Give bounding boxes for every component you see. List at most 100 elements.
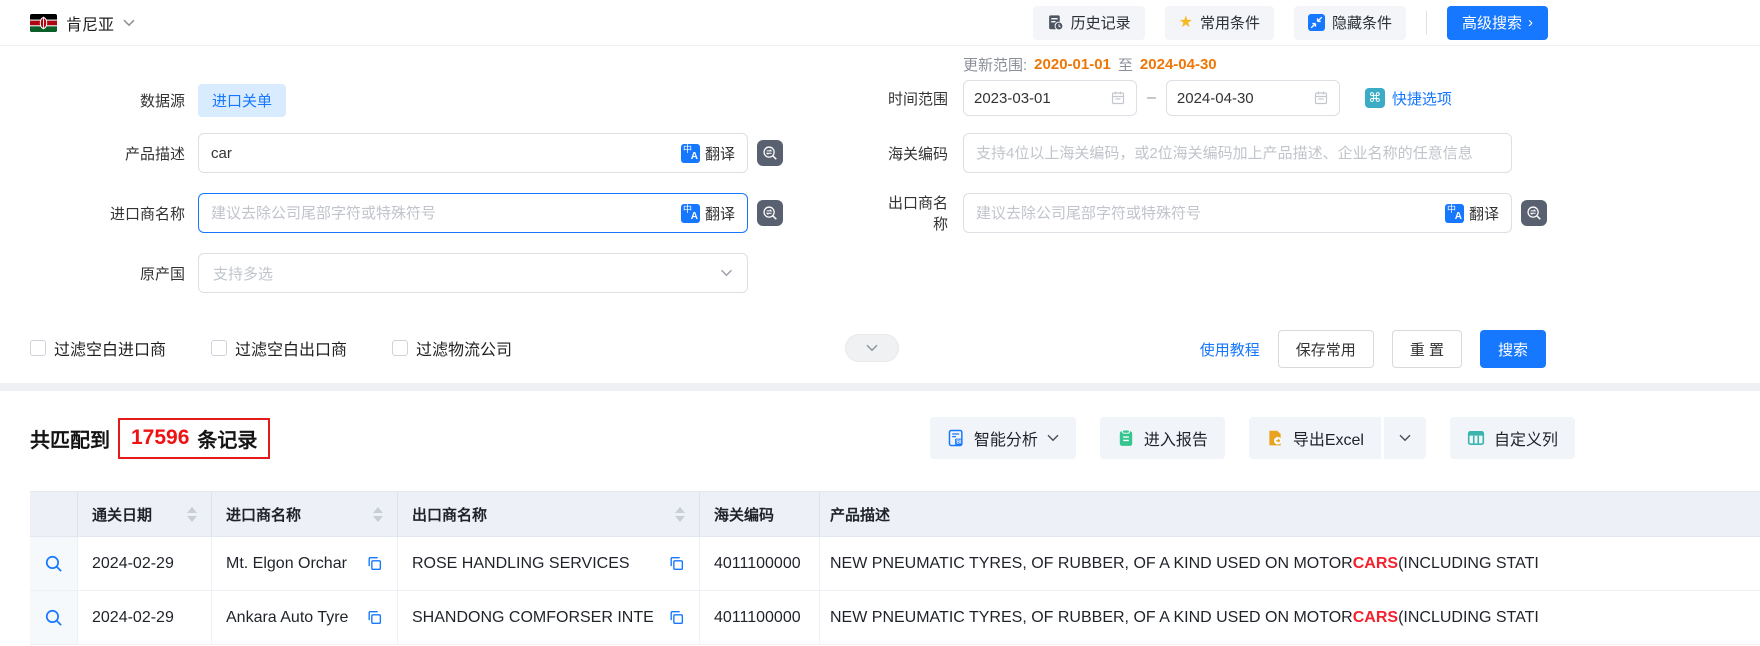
export-excel-split-button: 导出Excel bbox=[1249, 417, 1426, 459]
cell-hs-code: 4011100000 bbox=[700, 591, 820, 645]
origin-country-select[interactable]: 支持多选 bbox=[198, 253, 748, 293]
results-table: 通关日期 进口商名称 出口商名称 海关编码 产品描述 bbox=[30, 491, 1760, 645]
match-count-annotation-box: 17596 条记录 bbox=[118, 418, 270, 459]
cell-importer: Ankara Auto Tyre bbox=[212, 591, 398, 645]
filter-logistics-checkbox[interactable]: 过滤物流公司 bbox=[392, 336, 512, 360]
hs-code-input[interactable] bbox=[976, 145, 1499, 162]
exporter-inputbox: 中A 翻译 bbox=[963, 193, 1512, 233]
header-exporter-name[interactable]: 出口商名称 bbox=[398, 492, 700, 537]
translate-button[interactable]: 中A 翻译 bbox=[681, 143, 735, 164]
copy-button[interactable] bbox=[668, 555, 685, 572]
product-desc-label: 产品描述 bbox=[30, 143, 185, 164]
translate-label: 翻译 bbox=[705, 203, 735, 224]
svg-text:BI: BI bbox=[956, 440, 962, 446]
filter-blank-exporter-checkbox[interactable]: 过滤空白出口商 bbox=[211, 336, 347, 360]
advanced-search-button[interactable]: 高级搜索 › bbox=[1447, 6, 1548, 40]
match-unit: 条记录 bbox=[197, 424, 257, 453]
copy-button[interactable] bbox=[668, 609, 685, 626]
history-button[interactable]: 历史记录 bbox=[1033, 6, 1145, 40]
quick-options-button[interactable]: ⌘ 快捷选项 bbox=[1365, 88, 1452, 109]
checkbox-icon bbox=[392, 340, 408, 356]
kenya-flag-icon bbox=[30, 14, 57, 32]
section-divider bbox=[0, 383, 1760, 391]
checkbox-icon bbox=[211, 340, 227, 356]
excel-export-icon bbox=[1266, 429, 1284, 447]
cell-date: 2024-02-29 bbox=[78, 591, 212, 645]
export-options-button[interactable] bbox=[1384, 417, 1426, 459]
search-button[interactable]: 搜索 bbox=[1480, 330, 1546, 368]
copy-icon bbox=[668, 609, 685, 626]
cell-product-desc: NEW PNEUMATIC TYRES, OF RUBBER, OF A KIN… bbox=[820, 537, 1760, 591]
match-mode-button[interactable] bbox=[1521, 200, 1547, 226]
match-mode-button[interactable] bbox=[757, 200, 783, 226]
chevron-down-icon bbox=[1399, 434, 1411, 442]
translate-label: 翻译 bbox=[1469, 203, 1499, 224]
view-detail-button[interactable] bbox=[44, 554, 63, 573]
cell-importer: Mt. Elgon Orchar bbox=[212, 537, 398, 591]
hs-code-label: 海关编码 bbox=[880, 143, 948, 164]
update-range-label: 更新范围: bbox=[963, 54, 1027, 75]
calendar-icon bbox=[1313, 90, 1329, 106]
copy-button[interactable] bbox=[366, 555, 383, 572]
date-end-input[interactable]: 2024-04-30 bbox=[1166, 80, 1340, 116]
save-conditions-button[interactable]: 保存常用 bbox=[1278, 330, 1374, 368]
exporter-input[interactable] bbox=[976, 205, 1437, 222]
date-start-input[interactable]: 2023-03-01 bbox=[963, 80, 1137, 116]
smart-analysis-button[interactable]: BI 智能分析 bbox=[930, 417, 1076, 459]
update-range-to: 至 bbox=[1118, 54, 1133, 75]
export-excel-button[interactable]: 导出Excel bbox=[1249, 417, 1381, 459]
update-range-end: 2024-04-30 bbox=[1140, 56, 1217, 73]
view-detail-button[interactable] bbox=[44, 608, 63, 627]
filter-blank-importer-checkbox[interactable]: 过滤空白进口商 bbox=[30, 336, 166, 360]
magnifier-icon bbox=[44, 608, 63, 627]
history-label: 历史记录 bbox=[1071, 12, 1131, 33]
copy-icon bbox=[668, 555, 685, 572]
reset-button[interactable]: 重 置 bbox=[1392, 330, 1462, 368]
report-icon bbox=[1117, 429, 1135, 447]
chevron-down-icon bbox=[720, 269, 733, 277]
chevron-down-icon bbox=[1047, 434, 1059, 442]
product-desc-inputbox: 中A 翻译 bbox=[198, 133, 748, 173]
translate-icon: 中A bbox=[681, 144, 700, 163]
datasource-label: 数据源 bbox=[30, 90, 185, 111]
divider bbox=[1426, 11, 1427, 35]
filter-label: 过滤空白进口商 bbox=[54, 336, 166, 360]
bi-analysis-icon: BI bbox=[947, 429, 965, 447]
sort-icon bbox=[675, 507, 685, 522]
translate-icon: 中A bbox=[681, 204, 700, 223]
smart-analysis-label: 智能分析 bbox=[974, 426, 1038, 450]
chevron-down-icon bbox=[123, 19, 135, 27]
match-mode-button[interactable] bbox=[757, 140, 783, 166]
sort-icon bbox=[187, 507, 197, 522]
translate-button[interactable]: 中A 翻译 bbox=[681, 203, 735, 224]
collapse-form-button[interactable] bbox=[845, 334, 899, 362]
exporter-label: 出口商名称 bbox=[880, 192, 948, 234]
search-swap-icon bbox=[761, 144, 779, 162]
header-clearance-date[interactable]: 通关日期 bbox=[78, 492, 212, 537]
custom-columns-label: 自定义列 bbox=[1494, 426, 1558, 450]
cell-hs-code: 4011100000 bbox=[700, 537, 820, 591]
translate-button[interactable]: 中A 翻译 bbox=[1445, 203, 1499, 224]
hide-conditions-button[interactable]: 隐藏条件 bbox=[1294, 6, 1406, 40]
calendar-icon bbox=[1110, 90, 1126, 106]
custom-columns-button[interactable]: 自定义列 bbox=[1450, 417, 1575, 459]
importer-input[interactable] bbox=[211, 205, 673, 222]
cell-date: 2024-02-29 bbox=[78, 537, 212, 591]
product-desc-input[interactable] bbox=[211, 145, 673, 162]
collapse-icon bbox=[1308, 14, 1325, 31]
header-importer-name[interactable]: 进口商名称 bbox=[212, 492, 398, 537]
copy-button[interactable] bbox=[366, 609, 383, 626]
table-row: 2024-02-29 Ankara Auto Tyre SHANDONG COM… bbox=[30, 591, 1760, 645]
search-swap-icon bbox=[761, 204, 779, 222]
datasource-tab-import[interactable]: 进口关单 bbox=[198, 84, 286, 117]
update-range: 更新范围: 2020-01-01 至 2024-04-30 bbox=[963, 54, 1217, 75]
enter-report-button[interactable]: 进入报告 bbox=[1100, 417, 1225, 459]
columns-icon bbox=[1467, 429, 1485, 447]
results-section: 共匹配到 17596 条记录 BI 智能分析 bbox=[0, 415, 1760, 645]
tutorial-link[interactable]: 使用教程 bbox=[1200, 339, 1260, 360]
date-range-separator: – bbox=[1147, 89, 1156, 107]
favorites-button[interactable]: ★ 常用条件 bbox=[1165, 6, 1274, 40]
country-selector[interactable]: 肯尼亚 bbox=[30, 11, 135, 35]
table-header-row: 通关日期 进口商名称 出口商名称 海关编码 产品描述 bbox=[30, 491, 1760, 537]
importer-inputbox: 中A 翻译 bbox=[198, 193, 748, 233]
